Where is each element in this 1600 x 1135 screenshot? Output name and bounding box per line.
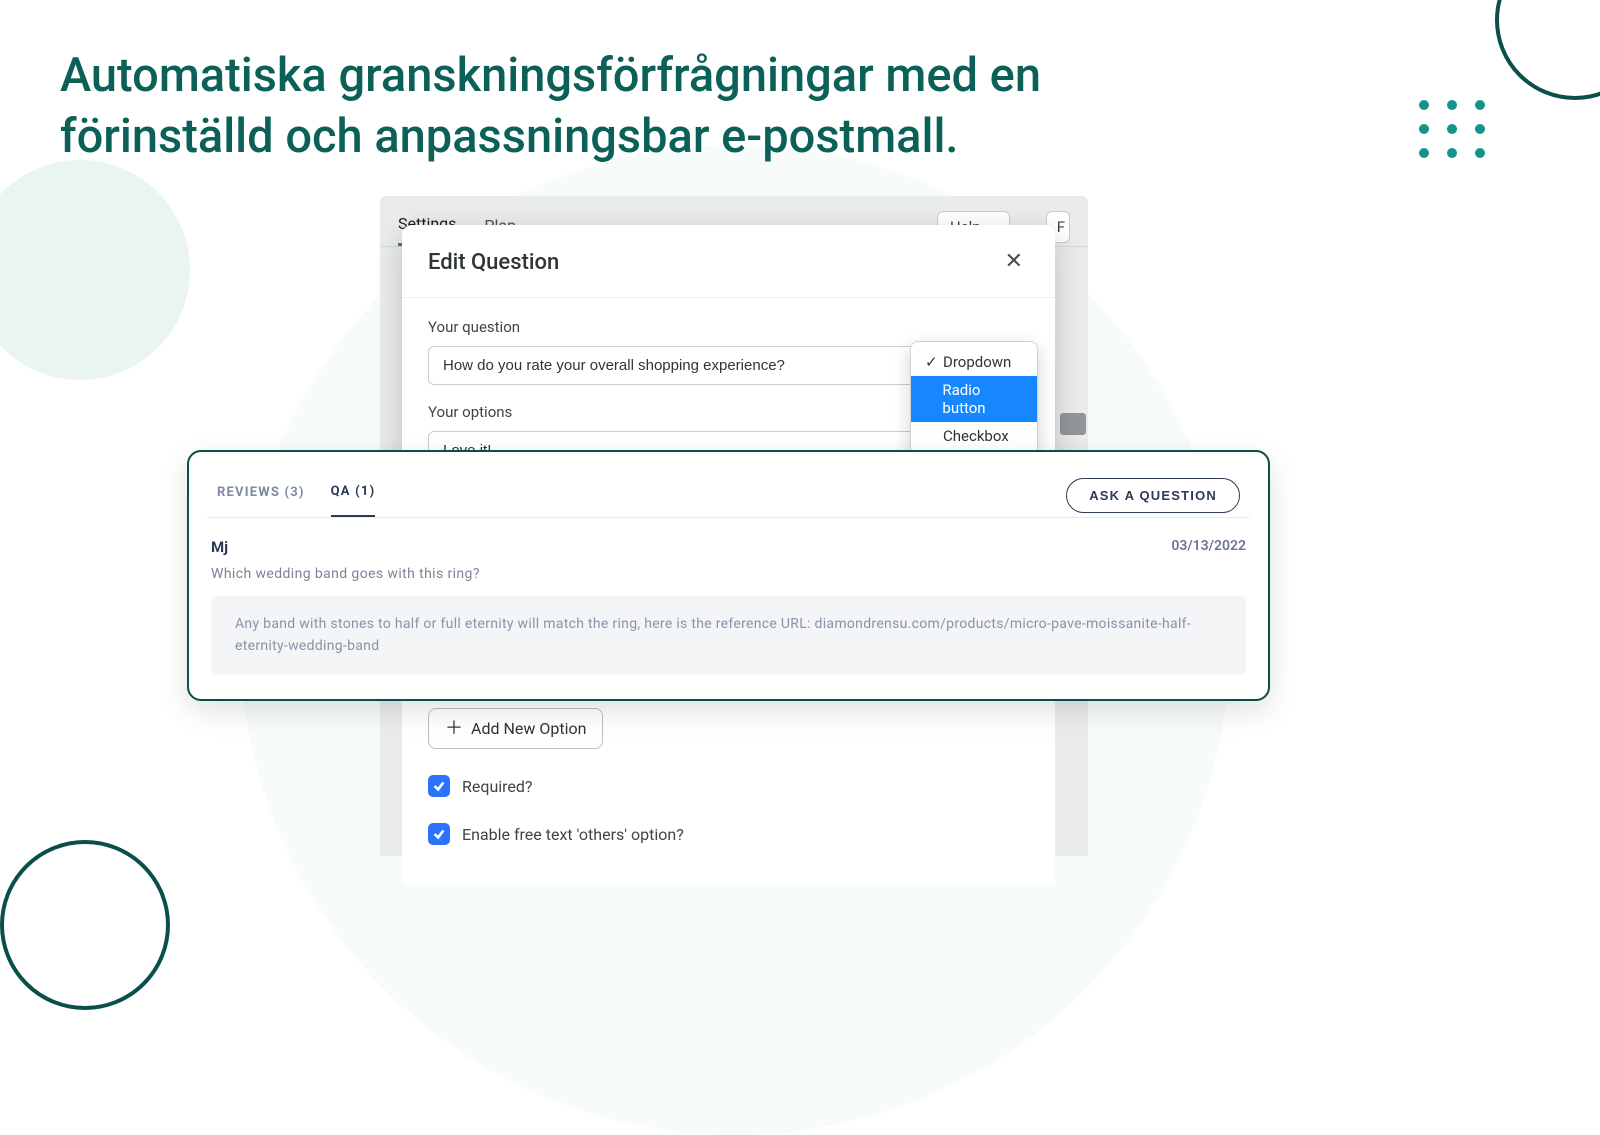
required-label: Required? — [462, 777, 533, 796]
qa-question-text: Which wedding band goes with this ring? — [211, 566, 1246, 582]
qa-answer-text: Any band with stones to half or full ete… — [211, 596, 1246, 675]
qa-widget-card: REVIEWS (3) QA (1) ASK A QUESTION Mj 03/… — [187, 450, 1270, 701]
modal-title: Edit Question — [428, 250, 559, 275]
edit-question-modal-lower: ＋ Add New Option Required? Enable free t… — [402, 690, 1055, 885]
close-icon[interactable]: ✕ — [999, 247, 1029, 277]
decorative-ring-bottom-left — [0, 840, 170, 1010]
qa-author: Mj — [211, 538, 228, 556]
decorative-dot-grid — [1419, 100, 1485, 158]
plus-icon: ＋ — [445, 720, 463, 738]
check-icon — [432, 779, 446, 793]
add-option-label: Add New Option — [471, 719, 586, 738]
tab-qa[interactable]: QA (1) — [331, 474, 376, 517]
type-option-radio[interactable]: Radio button — [911, 376, 1037, 422]
tab-reviews[interactable]: REVIEWS (3) — [217, 475, 305, 516]
checkmark-icon: ✓ — [925, 353, 937, 371]
enable-free-text-label: Enable free text 'others' option? — [462, 825, 684, 844]
required-checkbox[interactable] — [428, 775, 450, 797]
add-new-option-button[interactable]: ＋ Add New Option — [428, 708, 603, 749]
type-option-label: Checkbox — [943, 427, 1009, 445]
your-question-label: Your question — [428, 318, 1029, 336]
toolbar-icon-stub — [1060, 413, 1086, 435]
decorative-circle-left — [0, 160, 190, 380]
page-headline: Automatiska granskningsförfrågningar med… — [60, 45, 1160, 167]
type-option-label: Radio button — [942, 381, 1023, 417]
check-icon — [432, 827, 446, 841]
qa-date: 03/13/2022 — [1171, 538, 1246, 556]
type-option-checkbox[interactable]: Checkbox — [911, 422, 1037, 450]
ask-a-question-button[interactable]: ASK A QUESTION — [1066, 478, 1240, 513]
type-option-label: Dropdown — [943, 353, 1011, 371]
enable-free-text-checkbox[interactable] — [428, 823, 450, 845]
decorative-ring-top-right — [1495, 0, 1600, 100]
type-option-dropdown[interactable]: ✓ Dropdown — [911, 348, 1037, 376]
